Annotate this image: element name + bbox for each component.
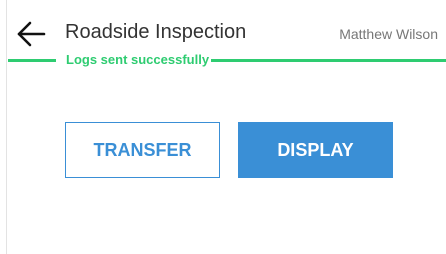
status-line-right [198,59,446,62]
status-message: Logs sent successfully [64,52,212,67]
arrow-left-icon [17,21,46,47]
back-button[interactable] [16,19,46,49]
app-header: Roadside Inspection Matthew Wilson [0,0,446,60]
transfer-button[interactable]: TRANSFER [65,122,220,178]
page-title: Roadside Inspection [65,21,247,43]
display-button[interactable]: DISPLAY [238,122,393,178]
user-name: Matthew Wilson [339,26,438,42]
status-line-left [8,59,56,62]
